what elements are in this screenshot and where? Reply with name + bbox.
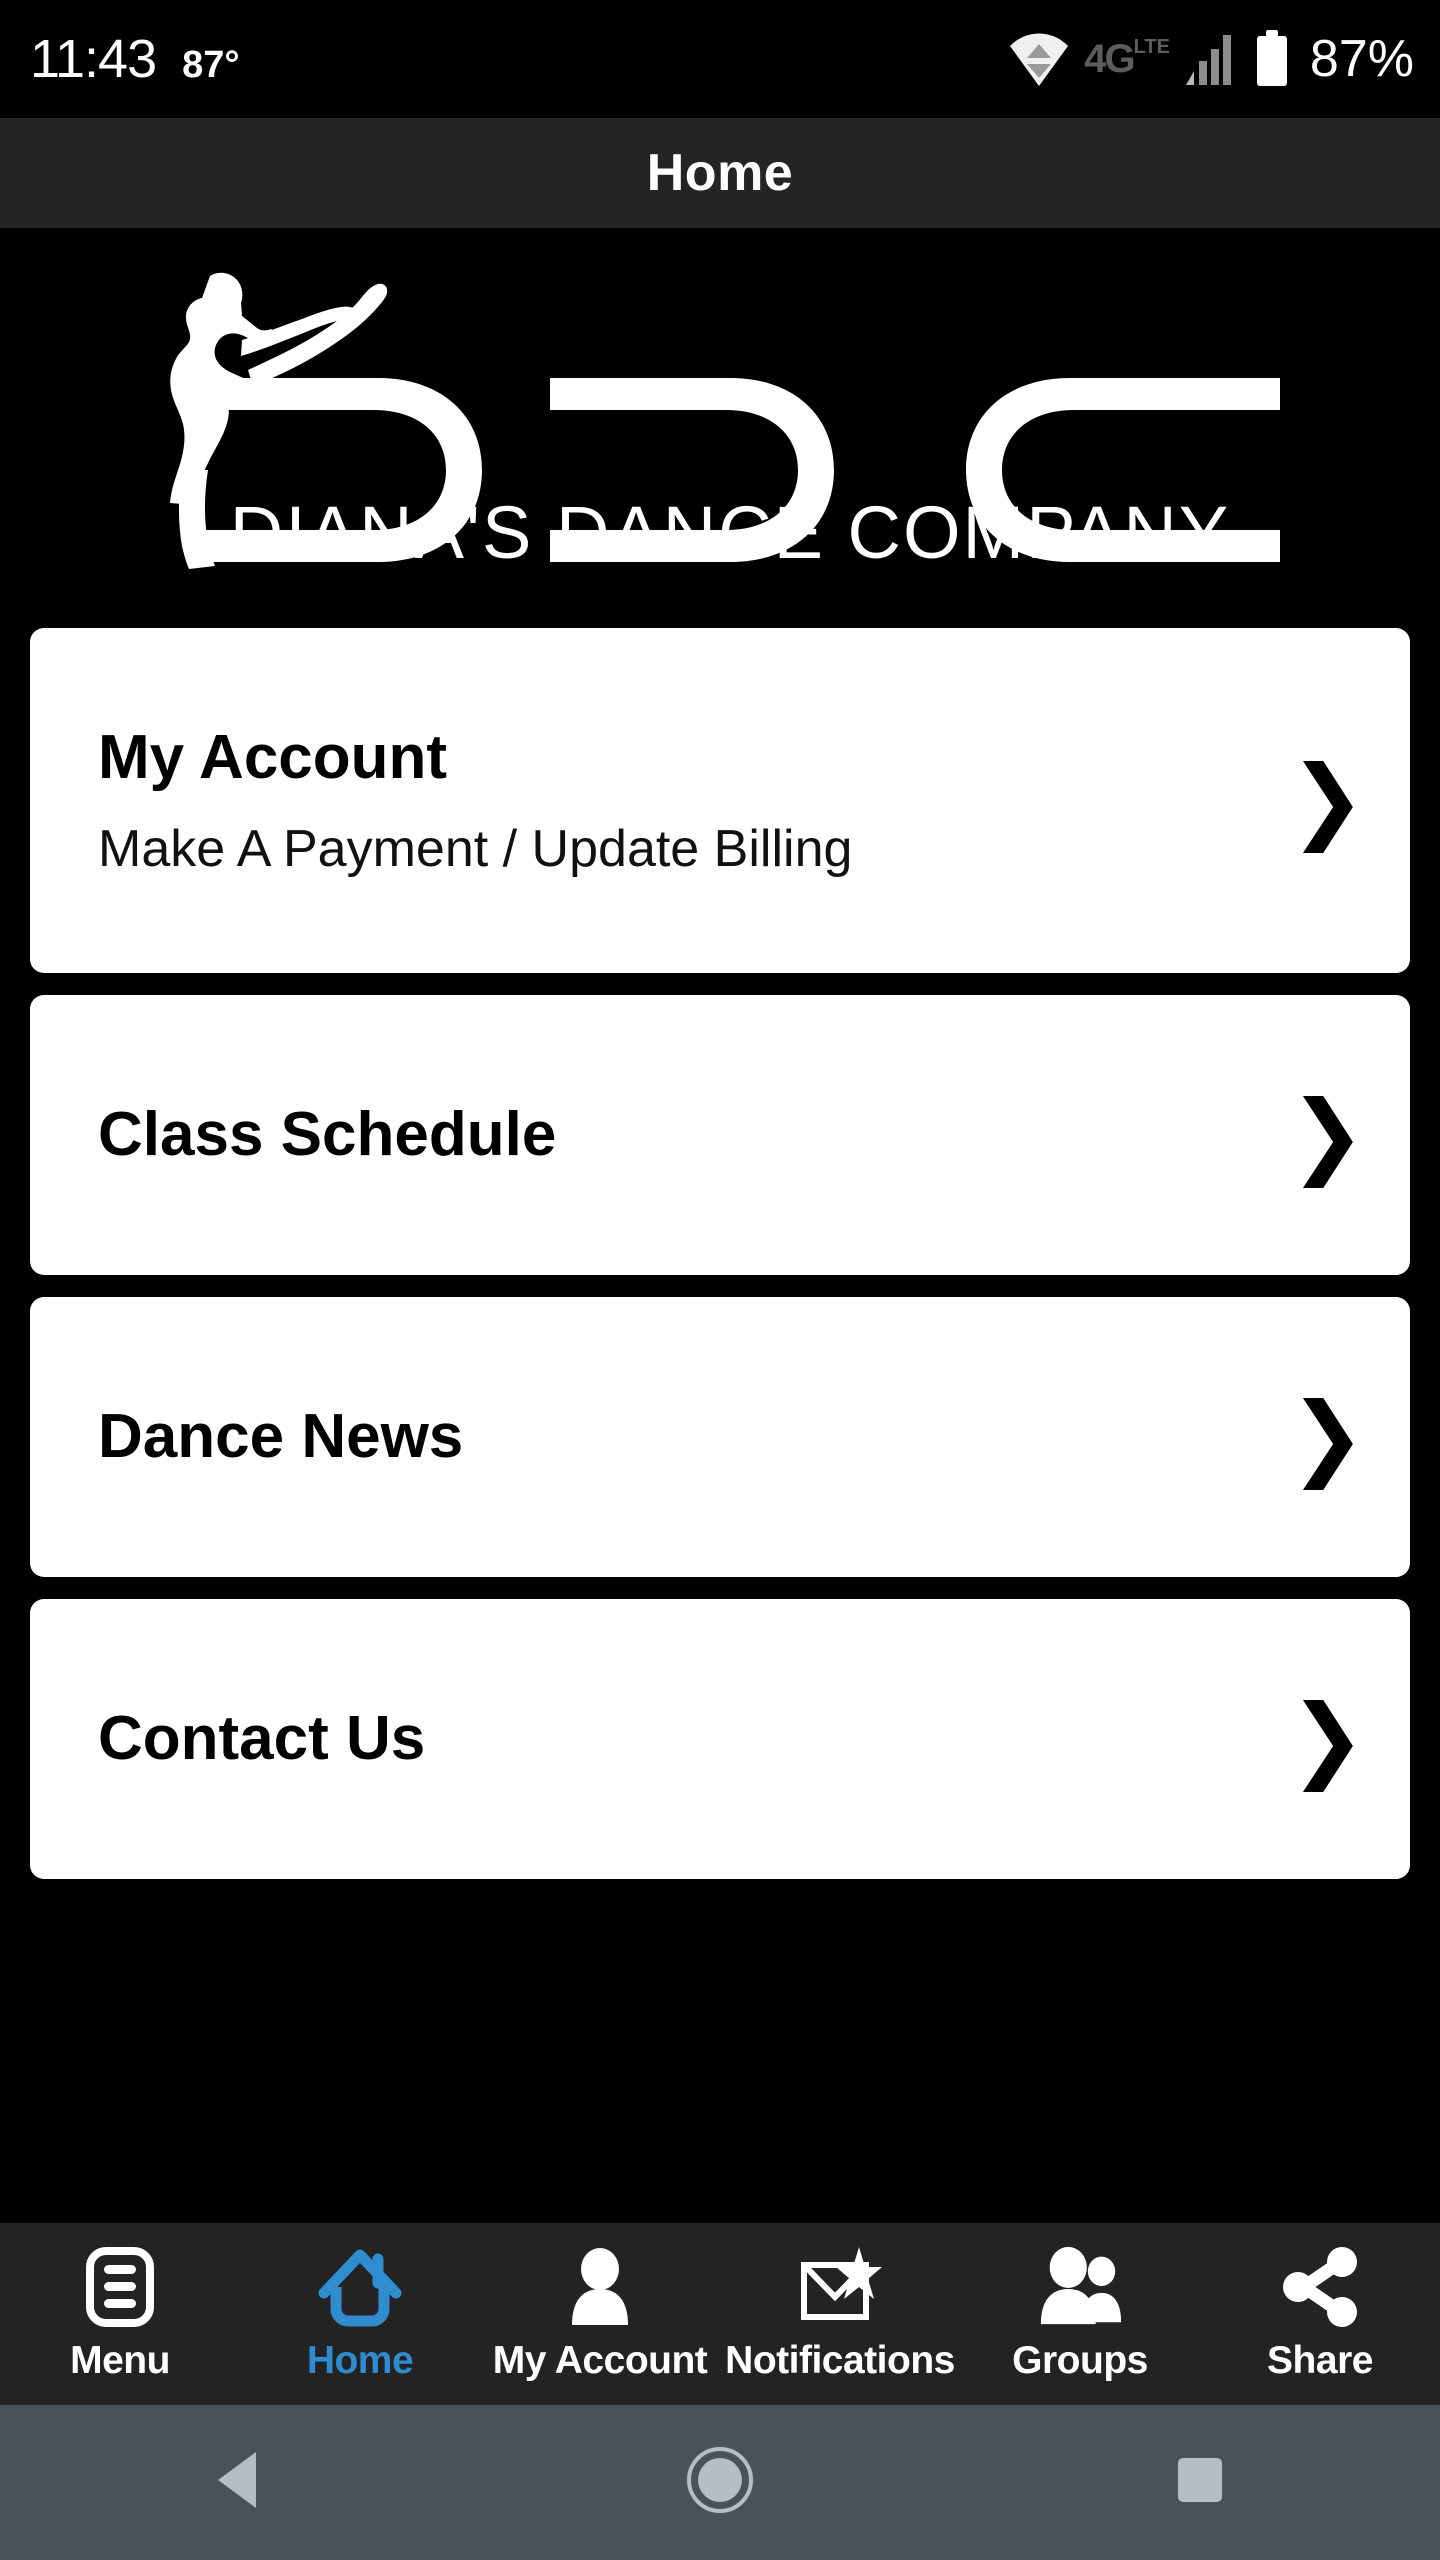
card-class-schedule-title: Class Schedule — [98, 1100, 557, 1169]
chevron-right-icon: ❯ — [1288, 1080, 1366, 1188]
network-4glte-icon: 4G LTE — [1084, 36, 1170, 81]
recents-button[interactable] — [1090, 2405, 1310, 2560]
bottom-tab-bar: Menu Home My Account Notifications Group… — [0, 2223, 1440, 2405]
home-button[interactable] — [610, 2405, 830, 2560]
card-my-account-title: My Account — [98, 722, 448, 792]
card-my-account-text: My Account Make A Payment / Update Billi… — [98, 722, 1269, 878]
share-nodes-icon — [1275, 2245, 1365, 2329]
card-class-schedule[interactable]: Class Schedule ❯ — [30, 995, 1410, 1275]
menu-list-icon — [75, 2245, 165, 2329]
home-circle-icon — [686, 2446, 754, 2519]
logo-area: DIANA'S DANCE COMPANY — [0, 228, 1440, 618]
card-dance-news-text: Dance News — [98, 1406, 1269, 1468]
envelope-star-icon — [795, 2245, 885, 2329]
brand-logo: DIANA'S DANCE COMPANY — [130, 258, 1310, 588]
home-icon — [315, 2245, 405, 2329]
tab-home[interactable]: Home — [240, 2223, 480, 2405]
people-group-icon — [1035, 2245, 1125, 2329]
recents-square-icon — [1172, 2452, 1228, 2513]
card-contact-us[interactable]: Contact Us ❯ — [30, 1599, 1410, 1879]
person-icon — [555, 2245, 645, 2329]
page-title: Home — [646, 144, 794, 202]
logo-tagline: DIANA'S DANCE COMPANY — [230, 491, 1230, 574]
tab-menu-label: Menu — [70, 2339, 170, 2382]
app-screen: 11:43 87° 4G LTE 87% Home DIANA'S DANCE … — [0, 0, 1440, 2560]
android-navigation-bar — [0, 2405, 1440, 2560]
home-menu-cards: My Account Make A Payment / Update Billi… — [0, 628, 1440, 1901]
tab-my-account-label: My Account — [492, 2339, 708, 2382]
tab-share-label: Share — [1267, 2339, 1373, 2382]
status-clock: 11:43 — [30, 29, 157, 89]
tab-notifications[interactable]: Notifications — [720, 2223, 960, 2405]
network-type-label: 4G — [1084, 37, 1135, 81]
tab-menu[interactable]: Menu — [0, 2223, 240, 2405]
status-bar-left: 11:43 87° — [30, 32, 240, 86]
card-class-schedule-text: Class Schedule — [98, 1104, 1269, 1166]
signal-bars-icon — [1184, 31, 1240, 87]
tab-groups[interactable]: Groups — [960, 2223, 1200, 2405]
card-dance-news[interactable]: Dance News ❯ — [30, 1297, 1410, 1577]
card-dance-news-title: Dance News — [98, 1402, 464, 1471]
status-bar-right: 4G LTE 87% — [1008, 30, 1414, 88]
back-triangle-icon — [212, 2448, 268, 2517]
battery-icon — [1254, 30, 1290, 88]
ddc-logo-icon: DIANA'S DANCE COMPANY — [170, 272, 1280, 574]
battery-percent-label: 87% — [1309, 30, 1414, 88]
chevron-right-icon: ❯ — [1288, 1382, 1366, 1490]
card-my-account[interactable]: My Account Make A Payment / Update Billi… — [30, 628, 1410, 973]
status-bar: 11:43 87° 4G LTE 87% — [0, 0, 1440, 118]
network-sub-label: LTE — [1133, 36, 1170, 58]
card-contact-us-text: Contact Us — [98, 1708, 1269, 1770]
chevron-right-icon: ❯ — [1288, 746, 1366, 854]
tab-groups-label: Groups — [1012, 2339, 1148, 2382]
tab-notifications-label: Notifications — [725, 2339, 955, 2382]
card-my-account-subtitle: Make A Payment / Update Billing — [98, 819, 853, 878]
tab-share[interactable]: Share — [1200, 2223, 1440, 2405]
title-bar: Home — [0, 118, 1440, 228]
chevron-right-icon: ❯ — [1288, 1684, 1366, 1792]
status-temperature: 87° — [182, 44, 240, 86]
tab-home-label: Home — [306, 2339, 414, 2382]
back-button[interactable] — [130, 2405, 350, 2560]
tab-my-account[interactable]: My Account — [480, 2223, 720, 2405]
data-transfer-icon — [1008, 30, 1070, 88]
card-contact-us-title: Contact Us — [98, 1704, 426, 1773]
